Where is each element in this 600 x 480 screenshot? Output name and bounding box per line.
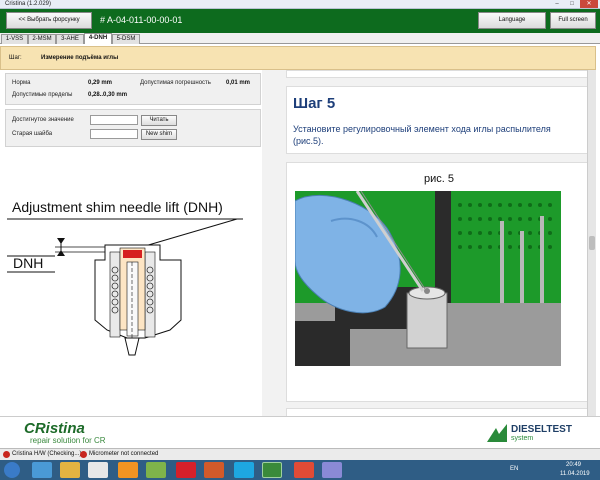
instruction-scrollbar[interactable] xyxy=(587,70,596,416)
partner-sub: system xyxy=(511,435,534,442)
step-heading: Шаг 5 xyxy=(293,95,336,112)
language-indicator[interactable]: EN xyxy=(510,466,518,472)
tab-dsm[interactable]: 5-DSM xyxy=(112,34,140,44)
network-app-icon[interactable] xyxy=(322,462,342,478)
achieved-label: Достигнутое значение xyxy=(12,117,74,123)
office-icon[interactable] xyxy=(204,462,224,478)
step-tabs: 1-VSS 2-MSM 3-AHE 4-DNH 5-DSM xyxy=(0,33,600,44)
language-button[interactable]: Language xyxy=(478,12,546,29)
next-card xyxy=(286,408,590,416)
maximize-icon[interactable]: □ xyxy=(565,0,579,8)
media-player-icon[interactable] xyxy=(118,462,138,478)
micrometer-status-icon xyxy=(80,451,87,458)
norm-value: 0,29 mm xyxy=(88,80,113,86)
tolerance-label: Допустимая погрешность xyxy=(140,80,211,86)
paint-icon[interactable] xyxy=(146,462,166,478)
tab-msm[interactable]: 2-MSM xyxy=(28,34,56,44)
tab-ahe[interactable]: 3-AHE xyxy=(56,34,84,44)
fullscreen-button[interactable]: Full screen xyxy=(550,12,596,29)
clock-time: 20:49 xyxy=(566,462,582,468)
read-button[interactable]: Читать xyxy=(141,115,177,126)
step-name: Измерение подъёма иглы xyxy=(41,55,119,61)
skype-icon[interactable] xyxy=(234,462,254,478)
chrome-icon[interactable] xyxy=(294,462,314,478)
instruction-pane: Шаг 5 Установите регулировочный элемент … xyxy=(262,70,596,416)
step-bar: Шаг: Измерение подъёма иглы xyxy=(0,46,596,70)
new-shim-button[interactable]: New shim xyxy=(141,129,177,140)
hw-status-text: Cristina H/W (Checking...) xyxy=(12,451,82,457)
status-bar: Cristina H/W (Checking...) Micrometer no… xyxy=(0,448,600,460)
close-icon[interactable]: ✕ xyxy=(580,0,598,8)
tolerance-value: 0,01 mm xyxy=(226,80,251,86)
scrollbar-thumb[interactable] xyxy=(589,236,595,250)
dnh-label: DNH xyxy=(13,255,43,271)
achieved-value-input[interactable] xyxy=(90,115,138,125)
parameters-panel: Норма 0,29 mm Допустимая погрешность 0,0… xyxy=(5,73,261,105)
ie-icon[interactable] xyxy=(32,462,52,478)
old-shim-input[interactable] xyxy=(90,129,138,139)
clock-date: 11.04.2019 xyxy=(560,471,590,477)
micrometer-status-text: Micrometer not connected xyxy=(89,451,159,457)
select-injector-button[interactable]: << Выбрать форсунку xyxy=(6,12,92,29)
minimize-icon[interactable]: – xyxy=(550,0,564,8)
injector-id: # A-04-011-00-00-01 xyxy=(100,15,183,25)
document-icon[interactable] xyxy=(88,462,108,478)
app-header: << Выбрать форсунку # A-04-011-00-00-01 … xyxy=(0,9,600,33)
tab-vss[interactable]: 1-VSS xyxy=(1,34,28,44)
diagram-title: Adjustment shim needle lift (DNH) xyxy=(12,199,223,215)
opera-icon[interactable] xyxy=(176,462,196,478)
norm-label: Норма xyxy=(12,80,31,86)
limits-value: 0,28..0,30 mm xyxy=(88,92,128,98)
measurement-panel: Достигнутое значение Читать Старая шайба… xyxy=(5,109,261,147)
step-card: Шаг 5 Установите регулировочный элемент … xyxy=(286,86,590,154)
dieseltest-logo-icon xyxy=(486,423,508,443)
os-taskbar: EN 20:49 11.04.2019 xyxy=(0,460,600,480)
partner-logo: DIESELTEST xyxy=(511,424,572,435)
cristina-app-icon[interactable] xyxy=(262,462,282,478)
brand-tagline: repair solution for CR xyxy=(30,436,106,445)
injector-diagram: Adjustment shim needle lift (DNH) DNH xyxy=(5,190,261,370)
window-titlebar: Cristina (1.2.029) – □ ✕ xyxy=(0,0,600,9)
limits-label: Допустимые пределы xyxy=(12,92,73,98)
previous-card xyxy=(286,70,590,78)
step-label: Шаг: xyxy=(9,55,22,61)
hw-status-icon xyxy=(3,451,10,458)
step-instruction-text: Установите регулировочный элемент хода и… xyxy=(293,124,551,146)
figure-card: рис. 5 xyxy=(286,162,590,402)
tab-dnh[interactable]: 4-DNH xyxy=(84,33,112,44)
old-shim-label: Старая шайба xyxy=(12,131,53,137)
figure-photo xyxy=(295,191,561,366)
start-button-icon[interactable] xyxy=(4,462,20,478)
folder-icon[interactable] xyxy=(60,462,80,478)
window-title: Cristina (1.2.029) xyxy=(5,1,52,7)
app-footer: CRistina repair solution for CR DIESELTE… xyxy=(0,416,600,448)
brand-logo: CRistina xyxy=(24,420,85,437)
figure-caption: рис. 5 xyxy=(424,173,454,185)
